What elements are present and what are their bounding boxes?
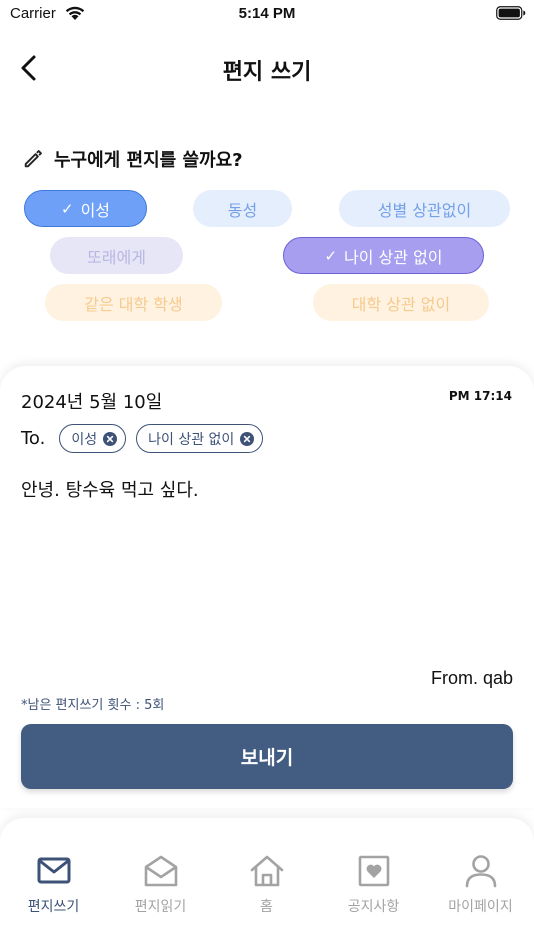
to-label: To. [21, 428, 46, 449]
status-time: 5:14 PM [238, 5, 296, 22]
chip-label: 이성 [80, 200, 111, 220]
status-bar: Carrier 5:14 PM [0, 0, 534, 30]
recipient-question: 누구에게 편지를 쓸까요? [22, 146, 243, 172]
check-icon: ✓ [60, 199, 74, 218]
filter-chip-same-university[interactable]: 같은 대학 학생 [45, 284, 222, 321]
pencil-icon [24, 150, 42, 168]
send-button[interactable]: 보내기 [21, 724, 513, 789]
chip-label: 성별 상관없이 [377, 200, 472, 220]
open-mail-icon [144, 855, 177, 887]
page-title: 편지 쓰기 [222, 60, 312, 85]
chip-label: 같은 대학 학생 [84, 294, 183, 314]
chip-label: 나이 상관 없이 [344, 247, 443, 267]
battery-icon [496, 6, 526, 20]
recipient-tag[interactable]: 나이 상관 없이 [136, 424, 264, 453]
filter-chip-any-age[interactable]: ✓ 나이 상관 없이 [283, 237, 484, 274]
tab-notices[interactable]: 공지사항 [320, 852, 427, 916]
tab-home[interactable]: 홈 [213, 852, 320, 916]
filter-chip-any-university[interactable]: 대학 상관 없이 [313, 284, 489, 321]
home-icon [250, 855, 283, 887]
tag-label: 이성 [71, 431, 98, 448]
tab-label: 편지읽기 [134, 899, 187, 915]
tab-label: 홈 [260, 899, 273, 915]
filter-chip-same-sex[interactable]: 동성 [193, 190, 292, 227]
notice-heart-icon [358, 855, 389, 887]
tab-write-letter[interactable]: 편지쓰기 [0, 852, 107, 916]
chip-label: 대학 상관 없이 [351, 294, 451, 314]
tab-label: 편지쓰기 [27, 899, 80, 915]
letter-date: 2024년 5월 10일 [21, 392, 163, 413]
filter-chip-opposite-sex[interactable]: ✓ 이성 [24, 190, 147, 227]
tab-read-letter[interactable]: 편지읽기 [107, 852, 214, 916]
tab-bar: 편지쓰기 편지읽기 홈 공지사항 마이페이지 [0, 818, 534, 950]
question-text: 누구에게 편지를 쓸까요? [54, 150, 243, 171]
tab-label: 마이페이지 [448, 899, 513, 915]
tag-label: 나이 상관 없이 [148, 431, 235, 448]
letter-from: From. qab [430, 668, 513, 688]
remove-tag-icon[interactable] [103, 431, 118, 446]
chip-label: 동성 [227, 200, 258, 220]
filter-chip-same-age[interactable]: 또래에게 [50, 237, 183, 274]
check-icon: ✓ [324, 246, 338, 265]
remaining-count: *남은 편지쓰기 횟수 : 5회 [21, 698, 165, 713]
recipient-row: To. 이성 나이 상관 없이 [21, 424, 273, 453]
mail-icon [37, 857, 70, 884]
header: 편지 쓰기 [0, 40, 534, 96]
filter-chip-any-gender[interactable]: 성별 상관없이 [339, 190, 510, 227]
user-icon [465, 855, 496, 888]
remove-tag-icon[interactable] [240, 431, 255, 446]
letter-time: PM 17:14 [448, 389, 512, 403]
letter-body-textarea[interactable]: 안녕. 탕수육 먹고 싶다. [21, 476, 199, 502]
chip-label: 또래에게 [87, 247, 146, 267]
tab-my-page[interactable]: 마이페이지 [427, 852, 534, 916]
send-button-label: 보내기 [240, 747, 294, 769]
recipient-tag[interactable]: 이성 [59, 424, 127, 453]
tab-label: 공지사항 [347, 899, 400, 915]
